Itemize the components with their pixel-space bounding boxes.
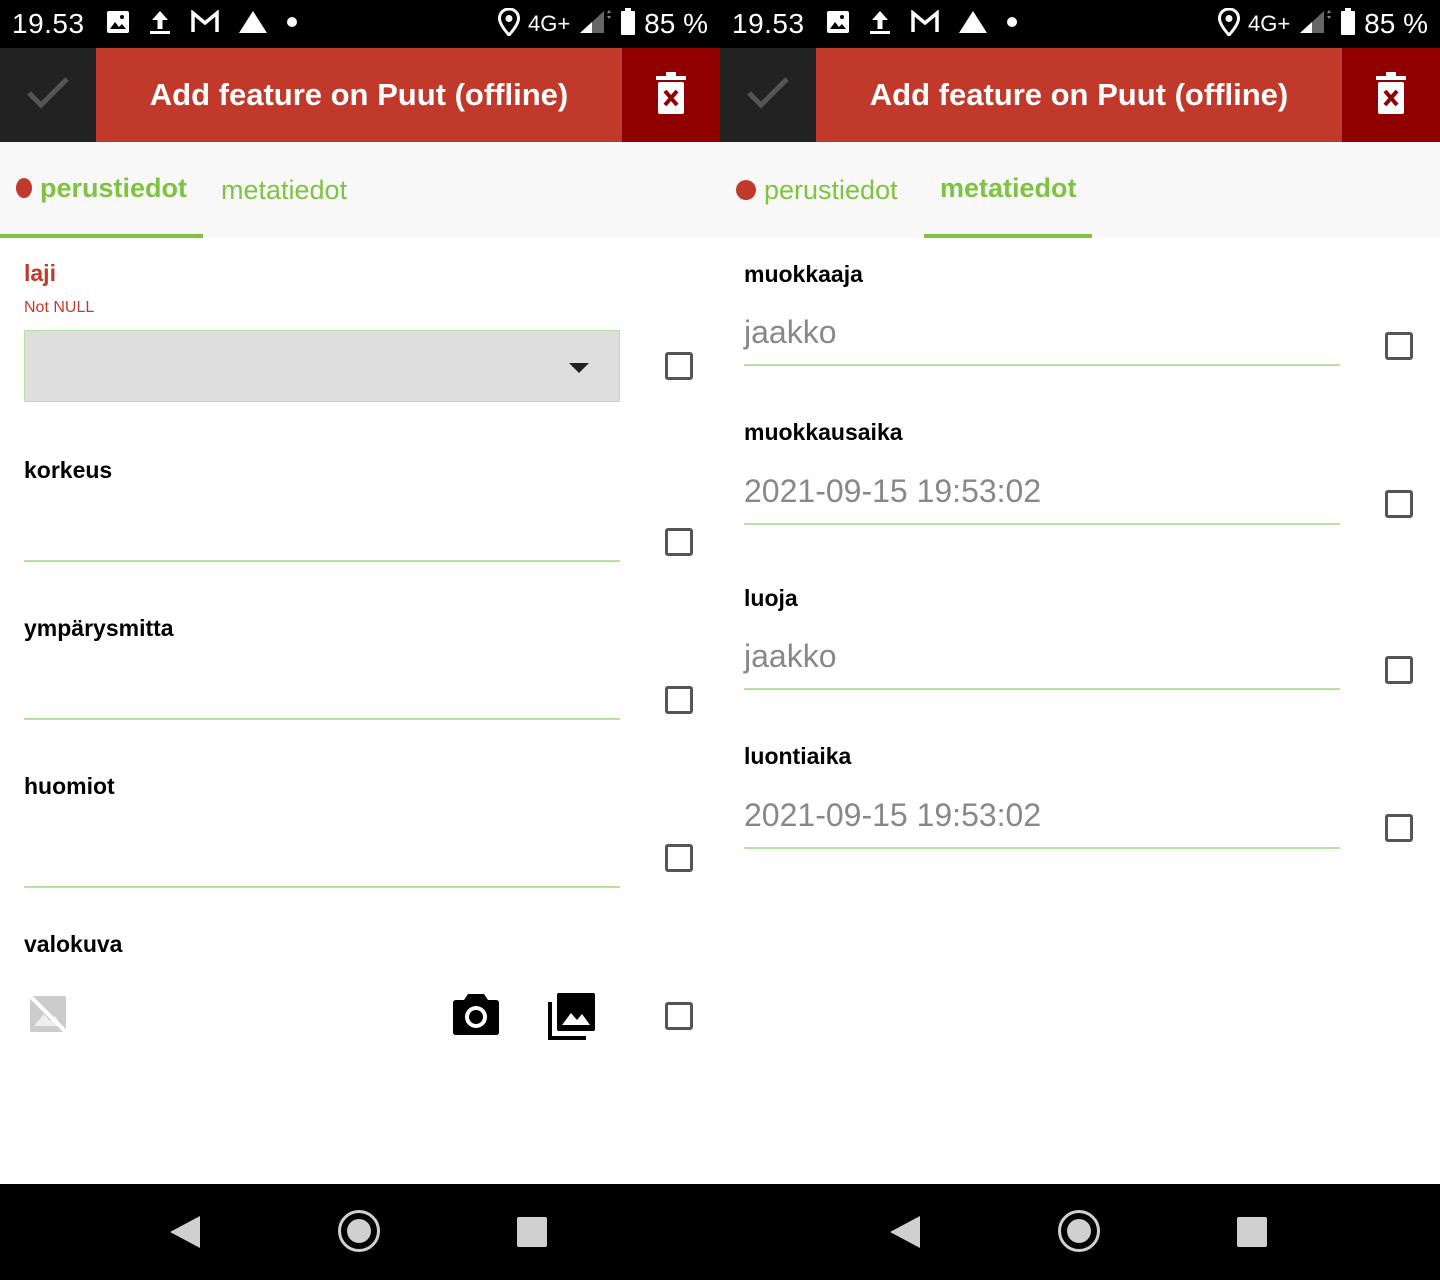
more-notifications-dot-icon bbox=[286, 15, 298, 33]
check-icon bbox=[26, 76, 70, 115]
form-title: Add feature on Puut (offline) bbox=[149, 77, 569, 112]
delete-icon bbox=[1375, 71, 1407, 120]
tab-metatiedot[interactable]: metatiedot bbox=[924, 142, 1092, 238]
upload-icon bbox=[148, 9, 172, 40]
status-bar: 19.53 4G+ 85 % bbox=[0, 0, 720, 48]
gmail-icon bbox=[910, 8, 940, 39]
drive-icon bbox=[238, 10, 268, 39]
field-label-muokkaaja: muokkaaja bbox=[744, 261, 863, 287]
gallery-icon[interactable] bbox=[548, 992, 596, 1045]
image-notification-icon bbox=[826, 10, 850, 39]
back-icon[interactable] bbox=[890, 1216, 920, 1248]
remember-checkbox-laji[interactable] bbox=[665, 352, 693, 380]
chevron-down-icon bbox=[569, 363, 589, 373]
navigation-bar bbox=[720, 1184, 1440, 1280]
battery-icon bbox=[1340, 7, 1356, 41]
status-time: 19.53 bbox=[732, 8, 805, 39]
left-screen: 19.53 4G+ 85 % Add feature on Puut (offl… bbox=[0, 0, 720, 1280]
location-icon bbox=[497, 6, 520, 41]
required-indicator-dot bbox=[16, 178, 32, 198]
remember-checkbox-ymparysmitta[interactable] bbox=[665, 686, 693, 714]
delete-icon bbox=[655, 71, 687, 120]
tab-metatiedot[interactable]: metatiedot bbox=[205, 142, 375, 238]
required-indicator-dot bbox=[736, 180, 756, 200]
tab-label: metatiedot bbox=[940, 172, 1077, 203]
muokkaaja-input[interactable]: jaakko bbox=[744, 306, 1340, 366]
signal-icon bbox=[578, 9, 612, 40]
no-image-icon bbox=[28, 994, 68, 1039]
field-label-valokuva: valokuva bbox=[24, 931, 123, 957]
korkeus-input[interactable] bbox=[24, 502, 620, 562]
recents-icon[interactable] bbox=[1237, 1217, 1267, 1247]
remember-checkbox-valokuva[interactable] bbox=[665, 1002, 693, 1030]
tab-label: perustiedot bbox=[764, 174, 898, 205]
battery-level: 85 % bbox=[1364, 8, 1428, 39]
muokkausaika-input[interactable]: 2021-09-15 19:53:02 bbox=[744, 465, 1340, 525]
network-type: 4G+ bbox=[1247, 11, 1291, 36]
remember-checkbox-luontiaika[interactable] bbox=[1385, 814, 1413, 842]
image-notification-icon bbox=[106, 10, 130, 39]
battery-level: 85 % bbox=[644, 8, 708, 39]
right-screen: 19.53 4G+ 85 % Add feature on Puut (offl… bbox=[720, 0, 1440, 1280]
constraint-message: Not NULL bbox=[24, 299, 95, 316]
luoja-input[interactable]: jaakko bbox=[744, 630, 1340, 690]
field-label-luoja: luoja bbox=[744, 585, 798, 611]
back-icon[interactable] bbox=[170, 1216, 200, 1248]
ymparysmitta-input[interactable] bbox=[24, 660, 620, 720]
navigation-bar bbox=[0, 1184, 720, 1280]
home-icon[interactable] bbox=[338, 1210, 380, 1252]
drive-icon bbox=[958, 10, 988, 39]
tab-bar: perustiedot metatiedot bbox=[720, 142, 1440, 238]
remember-checkbox-huomiot[interactable] bbox=[665, 844, 693, 872]
remember-checkbox-korkeus[interactable] bbox=[665, 528, 693, 556]
field-label-ymparysmitta: ympärysmitta bbox=[24, 615, 174, 641]
form-toolbar: Add feature on Puut (offline) bbox=[0, 48, 720, 142]
more-notifications-dot-icon bbox=[1006, 15, 1018, 33]
recents-icon[interactable] bbox=[517, 1217, 547, 1247]
remember-checkbox-muokkausaika[interactable] bbox=[1385, 490, 1413, 518]
field-label-muokkausaika: muokkausaika bbox=[744, 419, 903, 445]
check-icon bbox=[746, 76, 790, 115]
status-bar: 19.53 4G+ 85 % bbox=[720, 0, 1440, 48]
gmail-icon bbox=[190, 8, 220, 39]
signal-icon bbox=[1298, 9, 1332, 40]
location-icon bbox=[1217, 6, 1240, 41]
field-label-huomiot: huomiot bbox=[24, 773, 115, 799]
network-type: 4G+ bbox=[527, 11, 571, 36]
tab-perustiedot[interactable]: perustiedot bbox=[720, 142, 920, 238]
tab-bar: perustiedot metatiedot bbox=[0, 142, 720, 238]
delete-button[interactable] bbox=[622, 48, 720, 142]
form-toolbar: Add feature on Puut (offline) bbox=[720, 48, 1440, 142]
accept-button[interactable] bbox=[720, 48, 816, 142]
remember-checkbox-luoja[interactable] bbox=[1385, 656, 1413, 684]
tab-label: perustiedot bbox=[39, 172, 187, 203]
field-label-luontiaika: luontiaika bbox=[744, 743, 852, 769]
field-label-laji: laji bbox=[24, 260, 56, 286]
remember-checkbox-muokkaaja[interactable] bbox=[1385, 332, 1413, 360]
delete-button[interactable] bbox=[1342, 48, 1440, 142]
luontiaika-input[interactable]: 2021-09-15 19:53:02 bbox=[744, 789, 1340, 849]
tab-perustiedot[interactable]: perustiedot bbox=[0, 142, 203, 238]
form-title: Add feature on Puut (offline) bbox=[869, 77, 1289, 112]
home-icon[interactable] bbox=[1058, 1210, 1100, 1252]
upload-icon bbox=[868, 9, 892, 40]
field-label-korkeus: korkeus bbox=[24, 457, 113, 483]
battery-icon bbox=[620, 7, 636, 41]
laji-dropdown[interactable] bbox=[24, 330, 620, 402]
huomiot-input[interactable] bbox=[24, 828, 620, 888]
camera-icon[interactable] bbox=[452, 992, 500, 1041]
accept-button[interactable] bbox=[0, 48, 96, 142]
status-time: 19.53 bbox=[12, 8, 85, 39]
tab-label: metatiedot bbox=[221, 174, 348, 205]
